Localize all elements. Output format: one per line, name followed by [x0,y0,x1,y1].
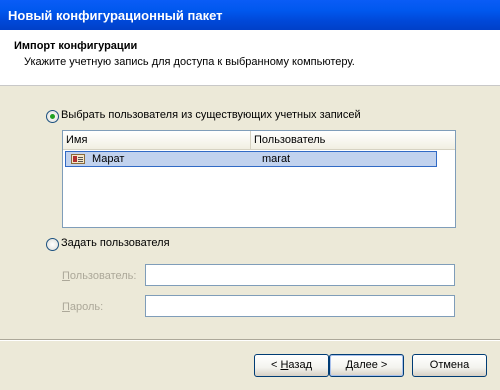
title-bar[interactable]: Новый конфигурационный пакет [0,0,500,30]
wizard-header: Импорт конфигурации Укажите учетную запи… [0,30,500,86]
column-name-label: Имя [66,134,88,146]
next-button[interactable]: Далее > [329,354,404,377]
back-button[interactable]: < Назад [254,354,329,377]
existing-user-radio[interactable] [46,110,59,123]
column-header-user[interactable]: Пользователь [251,131,455,149]
custom-user-label[interactable]: Задать пользователя [61,237,170,249]
accounts-list[interactable]: Имя Пользователь Марат marat [62,130,456,228]
user-field-label: Пользователь: [62,270,137,282]
list-row[interactable]: Марат marat [65,151,437,167]
password-input[interactable] [145,295,455,317]
row-name-cell: Марат [92,153,125,165]
wizard-window: Новый конфигурационный пакет Импорт конф… [0,0,500,390]
existing-user-label[interactable]: Выбрать пользователя из существующих уче… [61,109,361,121]
column-user-label: Пользователь [254,134,326,146]
header-subtitle: Укажите учетную запись для доступа к выб… [24,56,355,68]
list-header: Имя Пользователь [63,131,455,150]
row-user-cell: marat [262,153,291,165]
custom-user-radio[interactable] [46,238,59,251]
cancel-button[interactable]: Отмена [412,354,487,377]
password-field-label: Пароль: [62,301,104,313]
user-card-icon [71,154,85,164]
user-input[interactable] [145,264,455,286]
column-header-name[interactable]: Имя [63,131,251,149]
window-title: Новый конфигурационный пакет [8,8,223,23]
header-title: Импорт конфигурации [14,40,138,52]
footer-divider [0,339,500,341]
